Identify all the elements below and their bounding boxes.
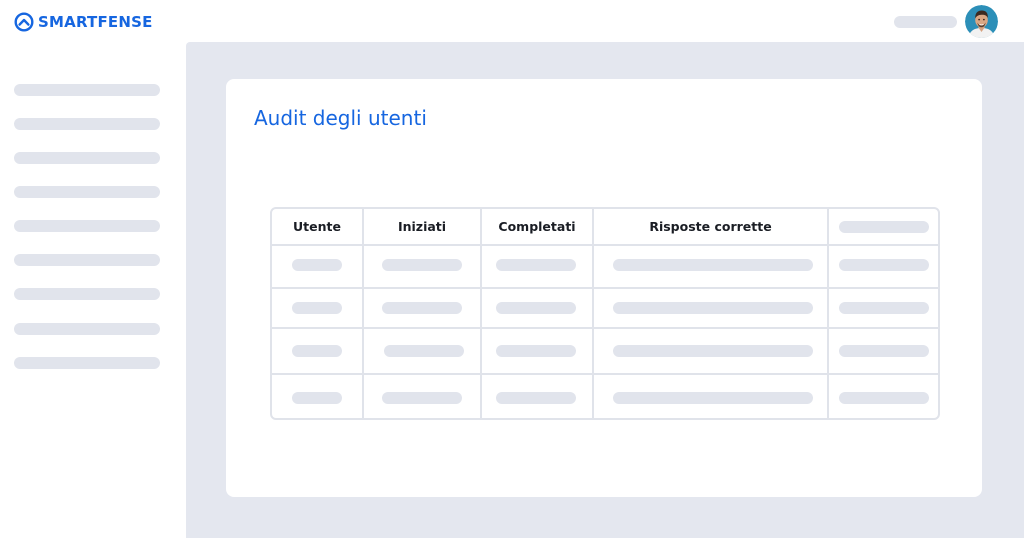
cell-placeholder [613,302,813,314]
sidebar-item-placeholder[interactable] [14,288,160,300]
sidebar-item-placeholder[interactable] [14,357,160,369]
cell-placeholder [839,302,929,314]
content-card: Audit degli utenti Utente Iniziati Compl… [226,79,982,497]
cell-placeholder [384,345,464,357]
sidebar-item-placeholder[interactable] [14,220,160,232]
sidebar-item-placeholder[interactable] [14,84,160,96]
users-audit-table: Utente Iniziati Completati Risposte corr… [270,207,940,420]
cell-placeholder [382,392,462,404]
cell-placeholder [613,345,813,357]
column-divider [827,207,829,420]
user-name-placeholder[interactable] [894,16,957,28]
cell-placeholder [839,345,929,357]
cell-placeholder [496,259,576,271]
cell-placeholder [292,302,342,314]
sidebar-item-placeholder[interactable] [14,186,160,198]
logo-icon [14,12,34,32]
sidebar-item-placeholder[interactable] [14,152,160,164]
sidebar-item-placeholder[interactable] [14,323,160,335]
row-divider [272,244,938,246]
column-header-utente[interactable]: Utente [272,209,362,244]
sidebar-item-placeholder[interactable] [14,118,160,130]
column-header-risposte-corrette[interactable]: Risposte corrette [594,209,827,244]
sidebar-item-placeholder[interactable] [14,254,160,266]
user-avatar-icon[interactable] [965,5,998,38]
row-divider [272,373,938,375]
cell-placeholder [496,302,576,314]
brand-name: SMARTFENSE [38,13,153,31]
cell-placeholder [292,345,342,357]
cell-placeholder [496,345,576,357]
column-header-placeholder[interactable] [839,221,929,233]
brand-logo[interactable]: SMARTFENSE [14,11,153,33]
page-title: Audit degli utenti [254,106,427,130]
row-divider [272,327,938,329]
cell-placeholder [382,259,462,271]
cell-placeholder [839,392,929,404]
cell-placeholder [292,392,342,404]
cell-placeholder [613,259,813,271]
sidebar [0,42,186,538]
row-divider [272,287,938,289]
main-area: Audit degli utenti Utente Iniziati Compl… [186,42,1024,538]
cell-placeholder [496,392,576,404]
cell-placeholder [292,259,342,271]
cell-placeholder [613,392,813,404]
cell-placeholder [839,259,929,271]
column-header-completati[interactable]: Completati [482,209,592,244]
cell-placeholder [382,302,462,314]
top-bar: SMARTFENSE [0,0,1024,42]
column-header-iniziati[interactable]: Iniziati [364,209,480,244]
